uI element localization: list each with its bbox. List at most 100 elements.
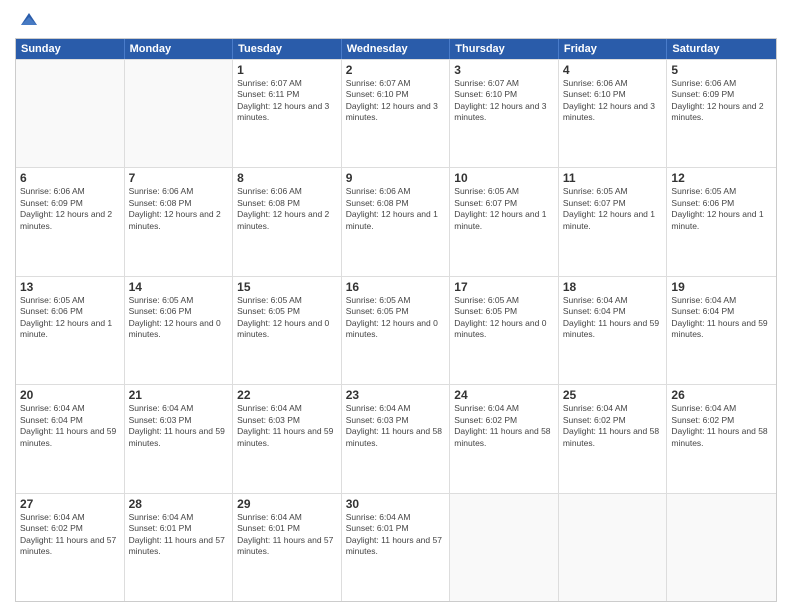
day-details: Sunrise: 6:04 AM Sunset: 6:01 PM Dayligh… [346,512,446,558]
day-number: 3 [454,63,554,77]
header [15,10,777,30]
calendar-cell-empty [667,494,776,601]
day-number: 25 [563,388,663,402]
day-details: Sunrise: 6:05 AM Sunset: 6:05 PM Dayligh… [346,295,446,341]
day-number: 4 [563,63,663,77]
day-details: Sunrise: 6:05 AM Sunset: 6:06 PM Dayligh… [129,295,229,341]
day-details: Sunrise: 6:05 AM Sunset: 6:06 PM Dayligh… [20,295,120,341]
day-details: Sunrise: 6:05 AM Sunset: 6:06 PM Dayligh… [671,186,772,232]
calendar-cell-empty [16,60,125,167]
weekday-header-friday: Friday [559,39,668,59]
calendar-row-4: 20Sunrise: 6:04 AM Sunset: 6:04 PM Dayli… [16,384,776,492]
day-details: Sunrise: 6:07 AM Sunset: 6:10 PM Dayligh… [454,78,554,124]
day-details: Sunrise: 6:04 AM Sunset: 6:03 PM Dayligh… [346,403,446,449]
day-details: Sunrise: 6:06 AM Sunset: 6:09 PM Dayligh… [671,78,772,124]
calendar-cell-3: 3Sunrise: 6:07 AM Sunset: 6:10 PM Daylig… [450,60,559,167]
calendar-cell-18: 18Sunrise: 6:04 AM Sunset: 6:04 PM Dayli… [559,277,668,384]
calendar-cell-19: 19Sunrise: 6:04 AM Sunset: 6:04 PM Dayli… [667,277,776,384]
day-details: Sunrise: 6:04 AM Sunset: 6:02 PM Dayligh… [671,403,772,449]
day-number: 5 [671,63,772,77]
calendar-row-2: 6Sunrise: 6:06 AM Sunset: 6:09 PM Daylig… [16,167,776,275]
day-number: 30 [346,497,446,511]
day-number: 18 [563,280,663,294]
logo-icon [19,10,39,30]
calendar-row-3: 13Sunrise: 6:05 AM Sunset: 6:06 PM Dayli… [16,276,776,384]
day-details: Sunrise: 6:05 AM Sunset: 6:07 PM Dayligh… [454,186,554,232]
calendar-cell-8: 8Sunrise: 6:06 AM Sunset: 6:08 PM Daylig… [233,168,342,275]
calendar-cell-16: 16Sunrise: 6:05 AM Sunset: 6:05 PM Dayli… [342,277,451,384]
day-number: 16 [346,280,446,294]
day-details: Sunrise: 6:04 AM Sunset: 6:02 PM Dayligh… [20,512,120,558]
day-details: Sunrise: 6:06 AM Sunset: 6:08 PM Dayligh… [129,186,229,232]
day-number: 13 [20,280,120,294]
calendar-cell-14: 14Sunrise: 6:05 AM Sunset: 6:06 PM Dayli… [125,277,234,384]
day-details: Sunrise: 6:06 AM Sunset: 6:08 PM Dayligh… [237,186,337,232]
calendar-cell-4: 4Sunrise: 6:06 AM Sunset: 6:10 PM Daylig… [559,60,668,167]
day-number: 8 [237,171,337,185]
calendar-cell-6: 6Sunrise: 6:06 AM Sunset: 6:09 PM Daylig… [16,168,125,275]
day-number: 19 [671,280,772,294]
day-details: Sunrise: 6:07 AM Sunset: 6:11 PM Dayligh… [237,78,337,124]
day-number: 9 [346,171,446,185]
day-number: 28 [129,497,229,511]
day-number: 29 [237,497,337,511]
day-number: 14 [129,280,229,294]
day-number: 10 [454,171,554,185]
calendar-cell-2: 2Sunrise: 6:07 AM Sunset: 6:10 PM Daylig… [342,60,451,167]
day-details: Sunrise: 6:04 AM Sunset: 6:02 PM Dayligh… [454,403,554,449]
calendar-cell-22: 22Sunrise: 6:04 AM Sunset: 6:03 PM Dayli… [233,385,342,492]
calendar-cell-13: 13Sunrise: 6:05 AM Sunset: 6:06 PM Dayli… [16,277,125,384]
calendar-row-1: 1Sunrise: 6:07 AM Sunset: 6:11 PM Daylig… [16,59,776,167]
day-number: 23 [346,388,446,402]
day-number: 27 [20,497,120,511]
day-details: Sunrise: 6:04 AM Sunset: 6:01 PM Dayligh… [129,512,229,558]
page: SundayMondayTuesdayWednesdayThursdayFrid… [0,0,792,612]
day-number: 11 [563,171,663,185]
calendar-row-5: 27Sunrise: 6:04 AM Sunset: 6:02 PM Dayli… [16,493,776,601]
weekday-header-thursday: Thursday [450,39,559,59]
weekday-header-sunday: Sunday [16,39,125,59]
calendar-cell-10: 10Sunrise: 6:05 AM Sunset: 6:07 PM Dayli… [450,168,559,275]
calendar-cell-20: 20Sunrise: 6:04 AM Sunset: 6:04 PM Dayli… [16,385,125,492]
day-details: Sunrise: 6:04 AM Sunset: 6:04 PM Dayligh… [671,295,772,341]
calendar-cell-23: 23Sunrise: 6:04 AM Sunset: 6:03 PM Dayli… [342,385,451,492]
calendar-body: 1Sunrise: 6:07 AM Sunset: 6:11 PM Daylig… [16,59,776,601]
day-details: Sunrise: 6:04 AM Sunset: 6:03 PM Dayligh… [129,403,229,449]
calendar-header: SundayMondayTuesdayWednesdayThursdayFrid… [16,39,776,59]
calendar-cell-9: 9Sunrise: 6:06 AM Sunset: 6:08 PM Daylig… [342,168,451,275]
day-number: 7 [129,171,229,185]
day-number: 15 [237,280,337,294]
day-details: Sunrise: 6:04 AM Sunset: 6:03 PM Dayligh… [237,403,337,449]
day-number: 12 [671,171,772,185]
day-details: Sunrise: 6:05 AM Sunset: 6:05 PM Dayligh… [454,295,554,341]
calendar-cell-5: 5Sunrise: 6:06 AM Sunset: 6:09 PM Daylig… [667,60,776,167]
weekday-header-wednesday: Wednesday [342,39,451,59]
day-number: 20 [20,388,120,402]
day-number: 17 [454,280,554,294]
calendar-cell-29: 29Sunrise: 6:04 AM Sunset: 6:01 PM Dayli… [233,494,342,601]
day-details: Sunrise: 6:04 AM Sunset: 6:02 PM Dayligh… [563,403,663,449]
day-details: Sunrise: 6:04 AM Sunset: 6:01 PM Dayligh… [237,512,337,558]
day-number: 6 [20,171,120,185]
calendar-cell-1: 1Sunrise: 6:07 AM Sunset: 6:11 PM Daylig… [233,60,342,167]
calendar-cell-25: 25Sunrise: 6:04 AM Sunset: 6:02 PM Dayli… [559,385,668,492]
calendar-cell-28: 28Sunrise: 6:04 AM Sunset: 6:01 PM Dayli… [125,494,234,601]
day-details: Sunrise: 6:05 AM Sunset: 6:05 PM Dayligh… [237,295,337,341]
day-details: Sunrise: 6:04 AM Sunset: 6:04 PM Dayligh… [563,295,663,341]
calendar-cell-26: 26Sunrise: 6:04 AM Sunset: 6:02 PM Dayli… [667,385,776,492]
day-number: 1 [237,63,337,77]
calendar-cell-17: 17Sunrise: 6:05 AM Sunset: 6:05 PM Dayli… [450,277,559,384]
day-details: Sunrise: 6:07 AM Sunset: 6:10 PM Dayligh… [346,78,446,124]
calendar-cell-27: 27Sunrise: 6:04 AM Sunset: 6:02 PM Dayli… [16,494,125,601]
calendar-cell-11: 11Sunrise: 6:05 AM Sunset: 6:07 PM Dayli… [559,168,668,275]
weekday-header-saturday: Saturday [667,39,776,59]
calendar-cell-15: 15Sunrise: 6:05 AM Sunset: 6:05 PM Dayli… [233,277,342,384]
calendar-cell-24: 24Sunrise: 6:04 AM Sunset: 6:02 PM Dayli… [450,385,559,492]
day-details: Sunrise: 6:04 AM Sunset: 6:04 PM Dayligh… [20,403,120,449]
day-details: Sunrise: 6:06 AM Sunset: 6:09 PM Dayligh… [20,186,120,232]
calendar-cell-21: 21Sunrise: 6:04 AM Sunset: 6:03 PM Dayli… [125,385,234,492]
logo [15,10,39,30]
day-details: Sunrise: 6:06 AM Sunset: 6:10 PM Dayligh… [563,78,663,124]
calendar: SundayMondayTuesdayWednesdayThursdayFrid… [15,38,777,602]
day-number: 2 [346,63,446,77]
